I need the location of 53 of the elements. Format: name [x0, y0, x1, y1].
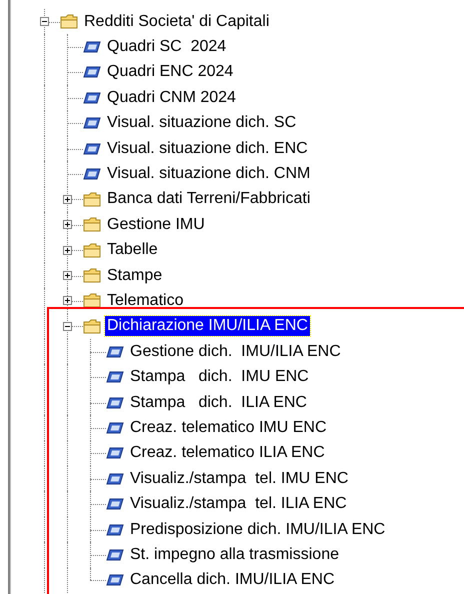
folder-icon — [83, 268, 101, 284]
form-icon — [106, 574, 124, 586]
form-icon — [83, 117, 101, 130]
tree-item[interactable]: Quadri CNM 2024 — [105, 88, 238, 108]
tree-item[interactable]: Gestione IMU — [105, 214, 207, 235]
tree-item[interactable]: Stampa dich. ILIA ENC — [128, 392, 309, 413]
expand-icon[interactable] — [63, 296, 72, 306]
expand-icon[interactable] — [63, 220, 72, 230]
folder-icon — [83, 318, 101, 334]
form-icon — [106, 422, 124, 434]
tree-item[interactable]: Redditi Societa' di Capitali — [82, 12, 272, 32]
tree-item[interactable]: Telematico — [105, 290, 186, 311]
tree-item[interactable]: Gestione dich. IMU/ILIA ENC — [128, 342, 343, 362]
tree-item[interactable]: Quadri SC 2024 — [105, 37, 228, 58]
tree-item[interactable]: St. impegno alla trasmissione — [128, 544, 341, 565]
form-icon — [106, 396, 124, 409]
tree-item[interactable]: Creaz. telematico IMU ENC — [128, 418, 328, 438]
folder-icon — [60, 14, 78, 30]
expand-icon[interactable] — [63, 246, 72, 255]
form-icon — [106, 498, 124, 510]
form-icon — [106, 447, 124, 460]
tree-item[interactable]: Visual. situazione dich. CNM — [105, 164, 312, 184]
tree-item[interactable]: Dichiarazione IMU/ILIA ENC — [105, 316, 310, 336]
folder-icon — [83, 217, 101, 232]
form-icon — [83, 168, 101, 180]
form-icon — [83, 142, 101, 155]
tree-item[interactable]: Banca dati Terreni/Fabbricati — [105, 189, 312, 210]
collapse-icon[interactable] — [63, 322, 72, 331]
expand-icon[interactable] — [63, 271, 72, 280]
tree-item[interactable]: Visualiz./stampa tel. ILIA ENC — [128, 494, 349, 514]
tree-item[interactable]: Cancella dich. IMU/ILIA ENC — [128, 570, 337, 590]
tree-item[interactable]: Tabelle — [105, 240, 160, 260]
folder-icon — [83, 242, 101, 258]
tree-item[interactable]: Visual. situazione dich. SC — [105, 113, 298, 134]
form-icon — [106, 524, 124, 536]
expand-icon[interactable] — [63, 194, 72, 204]
form-icon — [106, 346, 124, 358]
form-icon — [106, 548, 124, 561]
folder-icon — [83, 293, 101, 308]
tree-item[interactable]: Stampa dich. IMU ENC — [128, 367, 311, 388]
tree-item[interactable]: Visual. situazione dich. ENC — [105, 138, 310, 159]
form-icon — [106, 472, 124, 485]
tree-item[interactable]: Predisposizione dich. IMU/ILIA ENC — [128, 520, 388, 540]
form-icon — [106, 371, 124, 384]
form-icon — [83, 41, 101, 54]
tree-item[interactable]: Visualiz./stampa tel. IMU ENC — [128, 468, 350, 489]
tree-item[interactable]: Stampe — [105, 266, 164, 286]
form-icon — [83, 92, 101, 104]
collapse-icon[interactable] — [40, 17, 49, 26]
folder-icon — [83, 192, 101, 207]
form-icon — [83, 66, 101, 78]
tree-item[interactable]: Creaz. telematico ILIA ENC — [128, 443, 327, 464]
tree-item[interactable]: Quadri ENC 2024 — [105, 62, 236, 82]
